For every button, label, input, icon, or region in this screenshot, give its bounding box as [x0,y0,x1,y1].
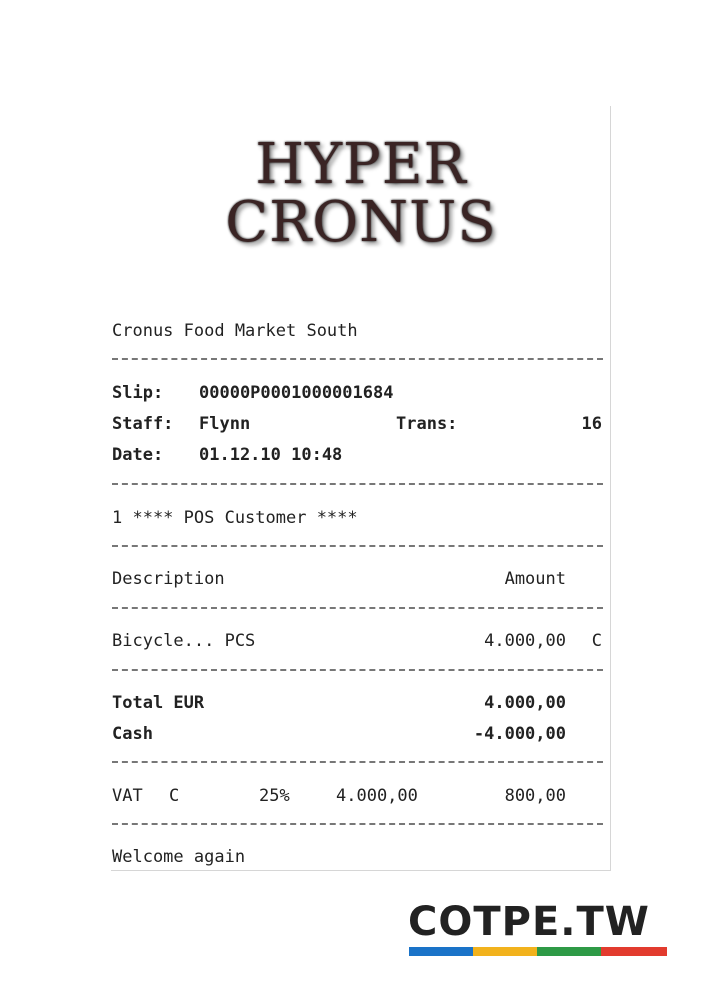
separator [112,545,603,547]
store-logo: HYPER CRONUS [111,136,611,252]
brand-color-bar-yellow [473,947,537,956]
vat-label: VAT [112,786,143,806]
item-vat-code: C [591,631,602,651]
logo-line-2: CRONUS [225,190,497,255]
receipt: HYPER CRONUS Cronus Food Market South Sl… [111,106,611,871]
cash-label: Cash [112,724,153,744]
column-header-description: Description [112,569,225,589]
date-value: 01.12.10 10:48 [199,445,343,465]
brand-color-bar-green [537,947,601,956]
separator [112,607,603,609]
trans-number: 16 [581,414,602,434]
separator [112,358,603,360]
slip-number: 00000P0001000001684 [199,383,394,403]
customer-line: 1 **** POS Customer **** [112,508,358,528]
cash-amount: -4.000,00 [473,724,566,744]
store-name: Cronus Food Market South [112,321,358,341]
staff-name: Flynn [199,414,251,434]
item-amount: 4.000,00 [484,631,566,651]
brand-color-bar-blue [409,947,473,956]
date-label: Date: [112,445,164,465]
watermark-brand: COTPE.TW [408,899,650,945]
total-label: Total EUR [112,693,205,713]
column-header-amount: Amount [504,569,566,589]
item-description: Bicycle... PCS [112,631,256,651]
slip-label: Slip: [112,383,164,403]
vat-rate: 25% [259,786,290,806]
logo-line-1: HYPER [255,132,467,197]
vat-code: C [169,786,180,806]
staff-label: Staff: [112,414,174,434]
separator [112,823,603,825]
total-amount: 4.000,00 [484,693,566,713]
trans-label: Trans: [396,414,458,434]
separator [112,761,603,763]
brand-color-bar-red [601,947,667,956]
vat-amount: 800,00 [504,786,566,806]
separator [112,483,603,485]
separator [112,669,603,671]
footer-message: Welcome again [112,847,246,867]
vat-base-amount: 4.000,00 [336,786,418,806]
